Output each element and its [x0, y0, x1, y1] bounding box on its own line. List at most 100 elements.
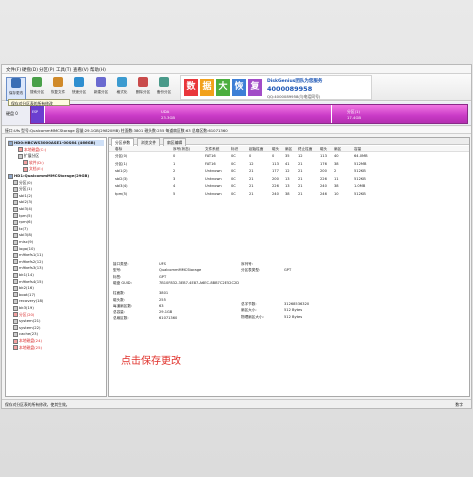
- table-row[interactable]: sbl2(3) 3 Unknown 0C 21 200 13 21 226 11 512KB: [109, 176, 469, 183]
- table-row[interactable]: 分区(0) 0 FAT16 0C 0 0 35 12 113 40 64.0MB: [109, 153, 469, 160]
- partition-icon: [13, 298, 18, 304]
- tree-item[interactable]: system(22): [13, 325, 41, 331]
- table-header-cell[interactable]: 起始柱面: [249, 147, 263, 152]
- table-cell: 38: [334, 184, 339, 188]
- recover-icon: [53, 77, 63, 87]
- table-row[interactable]: sbl3(4) 4 Unknown 0C 21 226 13 21 240 38 1.0MB: [109, 183, 469, 190]
- tree-item[interactable]: sbl2(3): [13, 199, 32, 205]
- tree-item[interactable]: tpm(5): [13, 213, 32, 219]
- tree-item-label: HD1:QualcommMMCStorage(29GB): [14, 173, 90, 178]
- tree-item[interactable]: bk1(14): [13, 272, 34, 278]
- table-cell: sbl3(4): [115, 184, 128, 188]
- menu-file[interactable]: 文件(F): [6, 67, 21, 73]
- tree-item[interactable]: m9kefs4(15): [13, 279, 43, 285]
- tree-item[interactable]: 文档(E:): [23, 166, 43, 172]
- partition-icon: [13, 285, 18, 291]
- tree-item[interactable]: sbl1(2): [13, 193, 32, 199]
- partition-map[interactable]: ESP UDA 23.3GB 分区(1) 17.4GB: [30, 104, 468, 124]
- tree-item[interactable]: 分区(0): [13, 180, 32, 186]
- detail-value: QualcommMMCStorage: [159, 268, 202, 273]
- tree-item[interactable]: m9kefs1(11): [13, 252, 43, 258]
- table-cell: 分区(1): [115, 161, 128, 166]
- table-row[interactable]: 分区(1) 1 FAT16 0C 12 113 41 21 176 38 512MB: [109, 161, 469, 168]
- menu-view[interactable]: 查看(V): [73, 67, 89, 73]
- table-row[interactable]: tpm(5) 5 Unknown 0C 21 240 38 21 246 10 512KB: [109, 191, 469, 198]
- table-cell: 3: [173, 176, 176, 181]
- table-header-cell[interactable]: 磁头: [320, 147, 327, 152]
- menu-tools[interactable]: 工具(T): [56, 67, 71, 73]
- new-partition-button[interactable]: 新建分区: [92, 77, 110, 99]
- recover-files-button[interactable]: 恢复文件: [49, 77, 67, 99]
- table-header-cell[interactable]: 扇区: [285, 147, 292, 152]
- table-cell: 38: [334, 161, 339, 166]
- tree-item[interactable]: sbl3(8): [13, 232, 32, 238]
- format-button[interactable]: 格式化: [113, 77, 131, 99]
- detail-value: 512 Bytes: [284, 314, 303, 319]
- partition-block-esp[interactable]: ESP: [31, 105, 45, 123]
- tree-item[interactable]: 本地磁盘(25): [13, 345, 42, 351]
- detail-label: 物理扇区大小:: [241, 314, 264, 319]
- table-header-cell[interactable]: 序号(状态): [173, 147, 190, 152]
- detail-label: 总字节数:: [241, 302, 257, 306]
- table-cell: 0C: [231, 161, 236, 166]
- menu-partition[interactable]: 分区(P): [39, 67, 54, 73]
- table-header-cell[interactable]: 终止柱面: [298, 147, 312, 152]
- tree-item[interactable]: 分区(1): [13, 186, 32, 192]
- menu-disk[interactable]: 硬盘(D): [22, 67, 38, 73]
- toolbar: 保存更改 搜索分区 恢复文件 快速分区 新建分区 格式化 删除分区 备份分区 数…: [2, 74, 471, 101]
- table-header: 卷标 序号(状态) 文件系统 标识 起始柱面 磁头 扇区 终止柱面 磁头 扇区 容量: [109, 146, 469, 152]
- tree-item[interactable]: system(21): [13, 318, 41, 324]
- delete-partition-button[interactable]: 删除分区: [134, 77, 152, 99]
- tree-item[interactable]: 本地磁盘(C:): [18, 147, 46, 153]
- table-header-cell[interactable]: 容量: [354, 147, 361, 152]
- tree-item[interactable]: HD0:HBCWS3000ASE1-00S64 (466GB): [8, 140, 104, 146]
- detail-value: GPT: [159, 274, 167, 279]
- banner-tile: 数: [184, 79, 198, 96]
- disk-tree[interactable]: HD0:HBCWS3000ASE1-00S64 (466GB) 本地磁盘(C:) 扩…: [5, 137, 107, 397]
- backup-partition-button[interactable]: 备份分区: [155, 77, 173, 99]
- tree-item[interactable]: m9kefs3(13): [13, 265, 43, 271]
- tree-item[interactable]: tz(7): [13, 226, 28, 232]
- table-row[interactable]: sbl1(2) 2 Unknown 0C 21 177 12 21 200 2 512KB: [109, 168, 469, 175]
- table-cell: 21: [298, 169, 303, 173]
- search-partition-button[interactable]: 搜索分区: [28, 77, 46, 99]
- save-icon: [11, 78, 21, 88]
- table-header-cell[interactable]: 标识: [231, 147, 238, 152]
- tree-item[interactable]: bk3(19): [13, 305, 34, 311]
- table-header-cell[interactable]: 文件系统: [205, 147, 219, 152]
- search-icon: [32, 77, 42, 87]
- ad-banner[interactable]: 数 据 大 恢 复 DiskGenius团队为您服务 4000089958 QQ…: [180, 75, 372, 100]
- table-header-cell[interactable]: 扇区: [334, 147, 341, 152]
- tree-item[interactable]: sbl3(4): [13, 206, 32, 212]
- partition-icon: [13, 338, 18, 344]
- tree-item[interactable]: 软件(D:): [23, 160, 44, 166]
- tree-item-label: tpm(5): [19, 212, 32, 218]
- backup-icon: [159, 77, 169, 87]
- tree-item[interactable]: bk2(16): [13, 285, 34, 291]
- table-cell: 12: [298, 154, 303, 158]
- tree-item[interactable]: HD1:QualcommMMCStorage(29GB): [8, 173, 89, 179]
- table-cell: 512KB: [354, 176, 366, 181]
- tree-item[interactable]: recovery(18): [13, 298, 43, 304]
- tree-item[interactable]: logo(10): [13, 246, 35, 252]
- disk-label: 硬盘 0: [6, 111, 18, 116]
- table-cell: 0: [272, 154, 275, 158]
- quick-partition-button[interactable]: 快速分区: [70, 77, 88, 99]
- tree-item[interactable]: 本地磁盘(24): [13, 338, 42, 344]
- tree-item-label: 本地磁盘(C:): [24, 146, 47, 152]
- table-cell: FAT16: [205, 161, 216, 166]
- tree-item-label: m9kefs4(15): [19, 278, 44, 284]
- tree-item[interactable]: 分区(20): [13, 312, 34, 318]
- tree-item[interactable]: rpm(6): [13, 219, 32, 225]
- save-changes-button[interactable]: 保存更改: [6, 77, 26, 101]
- table-header-cell[interactable]: 卷标: [115, 147, 122, 152]
- menu-help[interactable]: 帮助(H): [90, 67, 106, 73]
- tree-item[interactable]: cache(23): [13, 331, 38, 337]
- tree-item[interactable]: 扩展分区: [18, 153, 39, 159]
- table-cell: tpm(5): [115, 191, 128, 196]
- table-header-cell[interactable]: 磁头: [272, 147, 279, 152]
- tree-item[interactable]: m9kefs2(12): [13, 259, 43, 265]
- tree-item[interactable]: boot(17): [13, 292, 35, 298]
- tree-item[interactable]: misc(9): [13, 239, 33, 245]
- table-cell: 0C: [231, 176, 236, 181]
